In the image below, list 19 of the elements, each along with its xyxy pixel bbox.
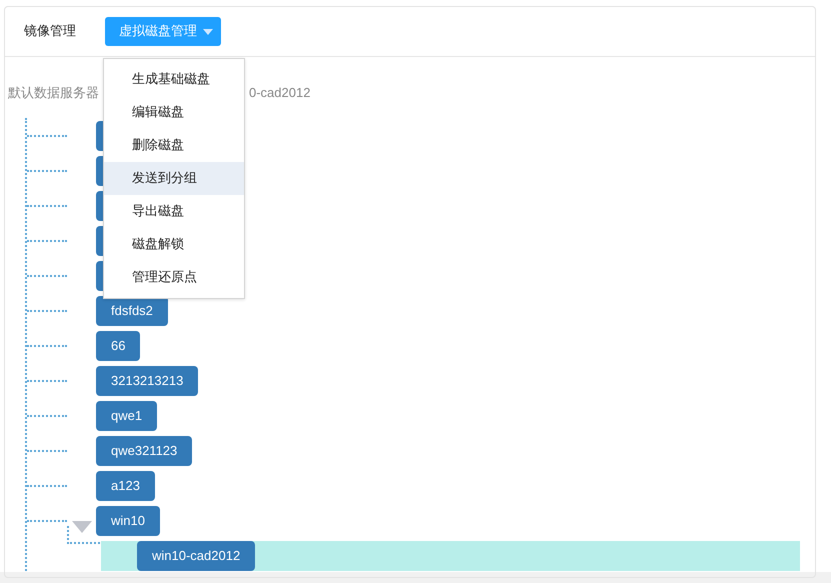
menu-item[interactable]: 磁盘解锁 <box>104 228 244 261</box>
menu-item[interactable]: 生成基础磁盘 <box>104 63 244 96</box>
dropdown-button[interactable]: 虚拟磁盘管理 <box>105 17 221 46</box>
tree-node[interactable]: 3213213213 <box>96 366 198 396</box>
menu-item[interactable]: 编辑磁盘 <box>104 96 244 129</box>
tree-node[interactable]: qwe1 <box>96 400 158 430</box>
tree-node[interactable]: win10-cad2012 <box>137 541 256 571</box>
info-text: 0-cad2012 <box>249 84 310 102</box>
menu-item[interactable]: 管理还原点 <box>104 261 244 294</box>
caret-icon <box>203 28 213 34</box>
tree-node[interactable]: a123 <box>96 470 155 500</box>
menu-item[interactable]: 导出磁盘 <box>104 195 244 228</box>
tree-node[interactable]: 66 <box>96 330 140 360</box>
menu-item[interactable]: 删除磁盘 <box>104 129 244 162</box>
menu-item[interactable]: 发送到分组 <box>104 162 244 195</box>
info-text: 默认数据服务器 <box>8 85 99 100</box>
tree-node[interactable]: qwe321123 <box>96 436 192 466</box>
page-title: 镜像管理 <box>24 22 77 41</box>
tree-node[interactable]: win10 <box>96 506 160 536</box>
